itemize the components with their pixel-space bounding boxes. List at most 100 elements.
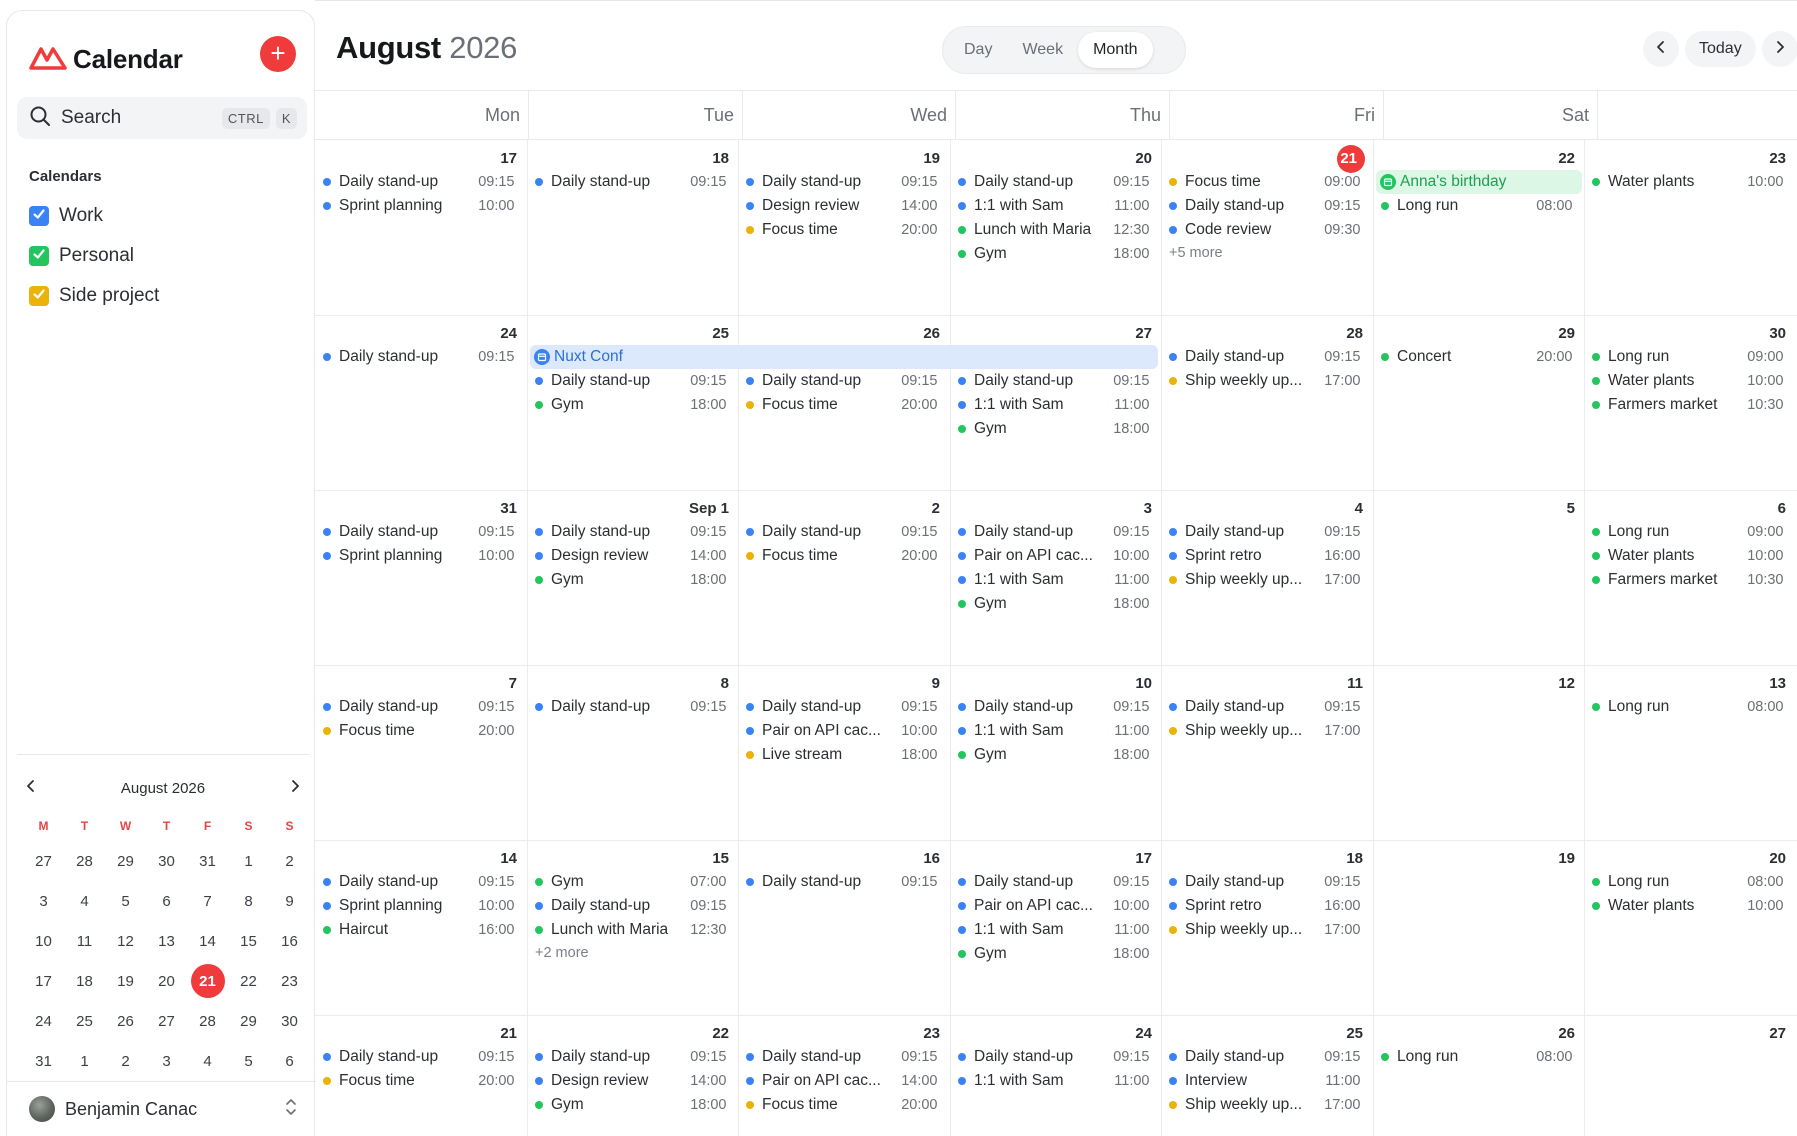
day-number[interactable]: 31 xyxy=(315,500,517,517)
calendar-event[interactable]: Water plants 10:00 xyxy=(1592,170,1784,194)
calendar-event[interactable]: 1:1 with Sam 11:00 xyxy=(958,1069,1150,1093)
day-number[interactable]: 3 xyxy=(950,500,1152,517)
calendar-event[interactable]: Daily stand-up 09:15 xyxy=(746,695,938,719)
mini-day[interactable]: 18 xyxy=(64,961,105,1001)
calendar-event[interactable]: Live stream 18:00 xyxy=(746,743,938,767)
mini-day[interactable]: 11 xyxy=(64,921,105,961)
calendar-event[interactable]: Sprint retro 16:00 xyxy=(1169,894,1361,918)
calendar-event[interactable]: Long run 09:00 xyxy=(1592,345,1784,369)
mini-day[interactable]: 16 xyxy=(269,921,310,961)
day-number[interactable]: 21 xyxy=(1161,150,1357,167)
calendar-event[interactable]: Lunch with Maria 12:30 xyxy=(958,218,1150,242)
add-event-button[interactable]: + xyxy=(260,36,296,72)
calendar-event[interactable]: Daily stand-up 09:15 xyxy=(323,870,515,894)
mini-day[interactable]: 3 xyxy=(23,881,64,921)
calendar-event[interactable]: Long run 08:00 xyxy=(1592,870,1784,894)
calendar-event[interactable]: Concert 20:00 xyxy=(1381,345,1573,369)
calendar-event[interactable]: 1:1 with Sam 11:00 xyxy=(958,918,1150,942)
calendar-event[interactable]: Focus time 20:00 xyxy=(746,544,938,568)
mini-day[interactable]: 13 xyxy=(146,921,187,961)
calendar-event[interactable]: Gym 18:00 xyxy=(535,393,727,417)
calendar-event[interactable]: Pair on API cac... 10:00 xyxy=(958,894,1150,918)
mini-day[interactable]: 5 xyxy=(228,1041,269,1081)
mini-day[interactable]: 1 xyxy=(228,841,269,881)
mini-day[interactable]: 28 xyxy=(187,1001,228,1041)
mini-day[interactable]: 31 xyxy=(187,841,228,881)
day-number[interactable]: 20 xyxy=(950,150,1152,167)
mini-day[interactable]: 17 xyxy=(23,961,64,1001)
view-month-button[interactable]: Month xyxy=(1078,32,1153,68)
day-number[interactable]: 10 xyxy=(950,675,1152,692)
mini-day[interactable]: 31 xyxy=(23,1041,64,1081)
calendar-event[interactable]: 1:1 with Sam 11:00 xyxy=(958,568,1150,592)
all-day-event[interactable]: Anna's birthday xyxy=(1376,170,1582,194)
day-number[interactable]: 4 xyxy=(1161,500,1363,517)
mini-day[interactable]: 14 xyxy=(187,921,228,961)
multi-day-event[interactable]: Nuxt Conf xyxy=(530,345,1158,369)
calendar-item-personal[interactable]: Personal xyxy=(29,236,159,276)
day-number[interactable]: 5 xyxy=(1373,500,1575,517)
calendar-event[interactable]: Gym 18:00 xyxy=(958,743,1150,767)
calendar-event[interactable]: Daily stand-up 09:15 xyxy=(958,870,1150,894)
calendar-event[interactable]: Daily stand-up 09:15 xyxy=(958,369,1150,393)
calendar-event[interactable]: Sprint planning 10:00 xyxy=(323,544,515,568)
calendar-event[interactable]: Sprint planning 10:00 xyxy=(323,894,515,918)
day-number[interactable]: 9 xyxy=(738,675,940,692)
calendar-event[interactable]: Daily stand-up 09:15 xyxy=(746,170,938,194)
calendar-event[interactable]: Ship weekly up... 17:00 xyxy=(1169,1093,1361,1117)
calendar-event[interactable]: Daily stand-up 09:15 xyxy=(323,345,515,369)
calendar-event[interactable]: Gym 18:00 xyxy=(535,1093,727,1117)
day-number[interactable]: 22 xyxy=(1373,150,1575,167)
day-number[interactable]: 20 xyxy=(1584,850,1786,867)
mini-day[interactable]: 10 xyxy=(23,921,64,961)
mini-day[interactable]: 6 xyxy=(146,881,187,921)
day-number[interactable]: 2 xyxy=(738,500,940,517)
calendar-event[interactable]: Gym 18:00 xyxy=(958,942,1150,966)
calendar-event[interactable]: Pair on API cac... 14:00 xyxy=(746,1069,938,1093)
calendar-event[interactable]: Gym 07:00 xyxy=(535,870,727,894)
day-number[interactable]: 19 xyxy=(738,150,940,167)
calendar-event[interactable]: Farmers market 10:30 xyxy=(1592,568,1784,592)
calendar-event[interactable]: Daily stand-up 09:15 xyxy=(1169,870,1361,894)
day-number[interactable]: 17 xyxy=(950,850,1152,867)
day-number[interactable]: 17 xyxy=(315,150,517,167)
calendar-event[interactable]: Long run 08:00 xyxy=(1592,695,1784,719)
calendar-event[interactable]: Daily stand-up 09:15 xyxy=(1169,520,1361,544)
calendar-event[interactable]: Daily stand-up 09:15 xyxy=(958,1045,1150,1069)
user-menu[interactable]: Benjamin Canac xyxy=(29,1096,299,1122)
day-number[interactable]: 7 xyxy=(315,675,517,692)
calendar-event[interactable]: Daily stand-up 09:15 xyxy=(958,170,1150,194)
calendar-event[interactable]: Gym 18:00 xyxy=(535,568,727,592)
day-number[interactable]: 8 xyxy=(527,675,729,692)
calendar-event[interactable]: Daily stand-up 09:15 xyxy=(535,369,727,393)
calendar-event[interactable]: Design review 14:00 xyxy=(535,1069,727,1093)
calendar-event[interactable]: Ship weekly up... 17:00 xyxy=(1169,369,1361,393)
calendar-event[interactable]: Daily stand-up 09:15 xyxy=(746,1045,938,1069)
prev-button[interactable] xyxy=(1643,31,1679,67)
calendar-event[interactable]: Design review 14:00 xyxy=(746,194,938,218)
calendar-event[interactable]: Water plants 10:00 xyxy=(1592,544,1784,568)
calendar-item-work[interactable]: Work xyxy=(29,196,159,236)
day-number[interactable]: 15 xyxy=(527,850,729,867)
calendar-event[interactable]: Water plants 10:00 xyxy=(1592,894,1784,918)
day-number[interactable]: 23 xyxy=(1584,150,1786,167)
next-button[interactable] xyxy=(1761,31,1797,67)
calendar-event[interactable]: Ship weekly up... 17:00 xyxy=(1169,918,1361,942)
calendar-event[interactable]: Daily stand-up 09:15 xyxy=(1169,194,1361,218)
mini-day[interactable]: 15 xyxy=(228,921,269,961)
calendar-event[interactable]: Long run 08:00 xyxy=(1381,194,1573,218)
calendar-event[interactable]: Daily stand-up 09:15 xyxy=(535,520,727,544)
checkbox[interactable] xyxy=(29,206,49,226)
day-number[interactable]: 18 xyxy=(527,150,729,167)
mini-day[interactable]: 2 xyxy=(269,841,310,881)
calendar-event[interactable]: Gym 18:00 xyxy=(958,242,1150,266)
mini-day[interactable]: 22 xyxy=(228,961,269,1001)
calendar-event[interactable]: Sprint planning 10:00 xyxy=(323,194,515,218)
day-number[interactable]: 26 xyxy=(1373,1025,1575,1042)
calendar-event[interactable]: Interview 11:00 xyxy=(1169,1069,1361,1093)
day-number[interactable]: 18 xyxy=(1161,850,1363,867)
mini-day[interactable]: 23 xyxy=(269,961,310,1001)
mini-day[interactable]: 19 xyxy=(105,961,146,1001)
calendar-event[interactable]: Focus time 20:00 xyxy=(323,1069,515,1093)
calendar-event[interactable]: Design review 14:00 xyxy=(535,544,727,568)
